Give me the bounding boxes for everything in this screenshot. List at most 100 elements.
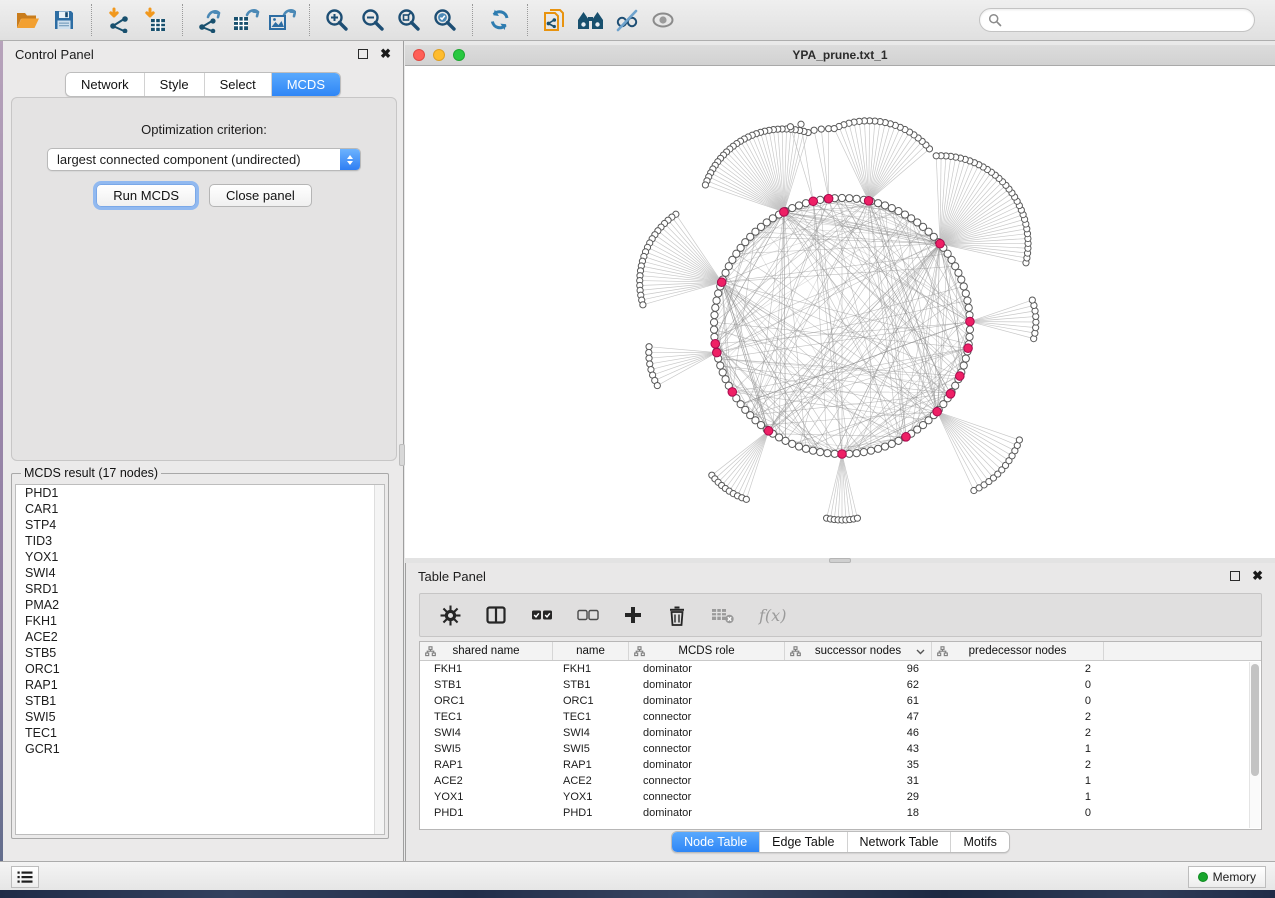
- ring-node[interactable]: [966, 333, 973, 340]
- column-header-predecessor-nodes[interactable]: predecessor nodes: [932, 642, 1104, 660]
- ring-node[interactable]: [881, 202, 888, 209]
- node-table[interactable]: shared namenameMCDS rolesuccessor nodesp…: [419, 641, 1262, 830]
- mcds-list-scrollbar[interactable]: [374, 485, 384, 834]
- ring-node[interactable]: [722, 269, 729, 276]
- satellite-node[interactable]: [640, 302, 646, 308]
- ring-node[interactable]: [888, 440, 895, 447]
- table-row[interactable]: RAP1RAP1dominator352: [420, 757, 1261, 773]
- table-row[interactable]: SWI5SWI5connector431: [420, 741, 1261, 757]
- table-tab-motifs[interactable]: Motifs: [950, 832, 1008, 852]
- ring-node[interactable]: [817, 449, 824, 456]
- network-graph[interactable]: [405, 66, 1273, 558]
- mcds-hub-node[interactable]: [728, 388, 737, 397]
- network-titlebar[interactable]: YPA_prune.txt_1: [405, 45, 1275, 66]
- mcds-result-item[interactable]: ORC1: [16, 661, 384, 677]
- ring-node[interactable]: [960, 362, 967, 369]
- mcds-hub-node[interactable]: [764, 427, 773, 436]
- satellite-node[interactable]: [646, 355, 652, 361]
- mcds-hub-node[interactable]: [717, 278, 726, 287]
- mcds-result-item[interactable]: FKH1: [16, 613, 384, 629]
- column-header-successor-nodes[interactable]: successor nodes: [785, 642, 932, 660]
- table-tab-edge-table[interactable]: Edge Table: [759, 832, 846, 852]
- satellite-node[interactable]: [654, 382, 660, 388]
- hide-glasses-button[interactable]: [609, 3, 645, 37]
- ring-node[interactable]: [789, 440, 796, 447]
- ring-node[interactable]: [809, 447, 816, 454]
- satellite-node[interactable]: [702, 182, 708, 188]
- import-network-button[interactable]: [101, 3, 137, 37]
- optimization-criterion-select[interactable]: largest connected component (undirected): [47, 148, 361, 171]
- network-canvas[interactable]: [405, 66, 1275, 558]
- zoom-selected-button[interactable]: [427, 3, 463, 37]
- mcds-hub-node[interactable]: [864, 196, 873, 205]
- mcds-hub-node[interactable]: [824, 194, 833, 203]
- open-file-button[interactable]: [10, 3, 46, 37]
- deselect-all-rows-button[interactable]: [577, 608, 599, 622]
- import-table-button[interactable]: [137, 3, 173, 37]
- mcds-result-item[interactable]: PHD1: [16, 485, 384, 501]
- mcds-hub-node[interactable]: [902, 433, 911, 442]
- satellite-node[interactable]: [854, 515, 860, 521]
- ring-node[interactable]: [710, 319, 717, 326]
- mcds-hub-node[interactable]: [809, 197, 818, 206]
- mcds-hub-node[interactable]: [966, 317, 975, 326]
- ring-node[interactable]: [719, 369, 726, 376]
- table-row[interactable]: FKH1FKH1dominator962: [420, 661, 1261, 677]
- mcds-result-item[interactable]: STB5: [16, 645, 384, 661]
- close-panel-icon[interactable]: ✖: [380, 49, 391, 59]
- mcds-hub-node[interactable]: [711, 340, 720, 349]
- show-eye-button[interactable]: [645, 3, 681, 37]
- ring-node[interactable]: [966, 326, 973, 333]
- mcds-result-item[interactable]: GCR1: [16, 741, 384, 757]
- tab-select[interactable]: Select: [204, 73, 271, 96]
- add-column-button[interactable]: [623, 605, 643, 625]
- delete-columns-button[interactable]: [667, 605, 687, 626]
- zoom-out-button[interactable]: [355, 3, 391, 37]
- mcds-result-item[interactable]: SRD1: [16, 581, 384, 597]
- search-input[interactable]: [1002, 13, 1246, 27]
- ring-node[interactable]: [722, 376, 729, 383]
- table-settings-button[interactable]: [440, 605, 461, 626]
- toolbar-search[interactable]: [979, 8, 1255, 32]
- mcds-hub-node[interactable]: [712, 348, 721, 357]
- float-panel-icon[interactable]: [358, 49, 368, 59]
- ring-node[interactable]: [853, 195, 860, 202]
- ring-node[interactable]: [711, 311, 718, 318]
- ring-node[interactable]: [960, 283, 967, 290]
- mcds-result-item[interactable]: SWI4: [16, 565, 384, 581]
- mcds-result-item[interactable]: STB1: [16, 693, 384, 709]
- satellite-node[interactable]: [647, 361, 653, 367]
- satellite-node[interactable]: [933, 153, 939, 159]
- table-row[interactable]: SWI4SWI4dominator462: [420, 725, 1261, 741]
- close-table-panel-icon[interactable]: ✖: [1252, 571, 1263, 581]
- ring-node[interactable]: [713, 297, 720, 304]
- mcds-hub-node[interactable]: [946, 390, 955, 399]
- ring-node[interactable]: [789, 204, 796, 211]
- column-header-name[interactable]: name: [553, 642, 629, 660]
- mcds-hub-node[interactable]: [964, 344, 973, 353]
- ring-node[interactable]: [795, 443, 802, 450]
- mcds-result-item[interactable]: RAP1: [16, 677, 384, 693]
- ring-node[interactable]: [795, 202, 802, 209]
- select-all-rows-button[interactable]: [531, 608, 553, 622]
- column-header-shared-name[interactable]: shared name: [420, 642, 553, 660]
- satellite-node[interactable]: [787, 124, 793, 130]
- ring-node[interactable]: [838, 194, 845, 201]
- mcds-result-item[interactable]: ACE2: [16, 629, 384, 645]
- satellite-node[interactable]: [1029, 297, 1035, 303]
- ring-node[interactable]: [965, 304, 972, 311]
- close-panel-button[interactable]: Close panel: [209, 184, 312, 207]
- export-network-button[interactable]: [192, 3, 228, 37]
- ring-node[interactable]: [802, 445, 809, 452]
- ring-node[interactable]: [860, 449, 867, 456]
- share-document-button[interactable]: [537, 3, 573, 37]
- ring-node[interactable]: [888, 204, 895, 211]
- table-tab-node-table[interactable]: Node Table: [672, 832, 759, 852]
- mcds-result-item[interactable]: TID3: [16, 533, 384, 549]
- mcds-result-item[interactable]: TEC1: [16, 725, 384, 741]
- show-columns-button[interactable]: [485, 605, 507, 625]
- tab-style[interactable]: Style: [144, 73, 204, 96]
- mcds-hub-node[interactable]: [936, 239, 945, 248]
- mcds-result-list[interactable]: PHD1CAR1STP4TID3YOX1SWI4SRD1PMA2FKH1ACE2…: [15, 484, 385, 835]
- tab-network[interactable]: Network: [66, 73, 144, 96]
